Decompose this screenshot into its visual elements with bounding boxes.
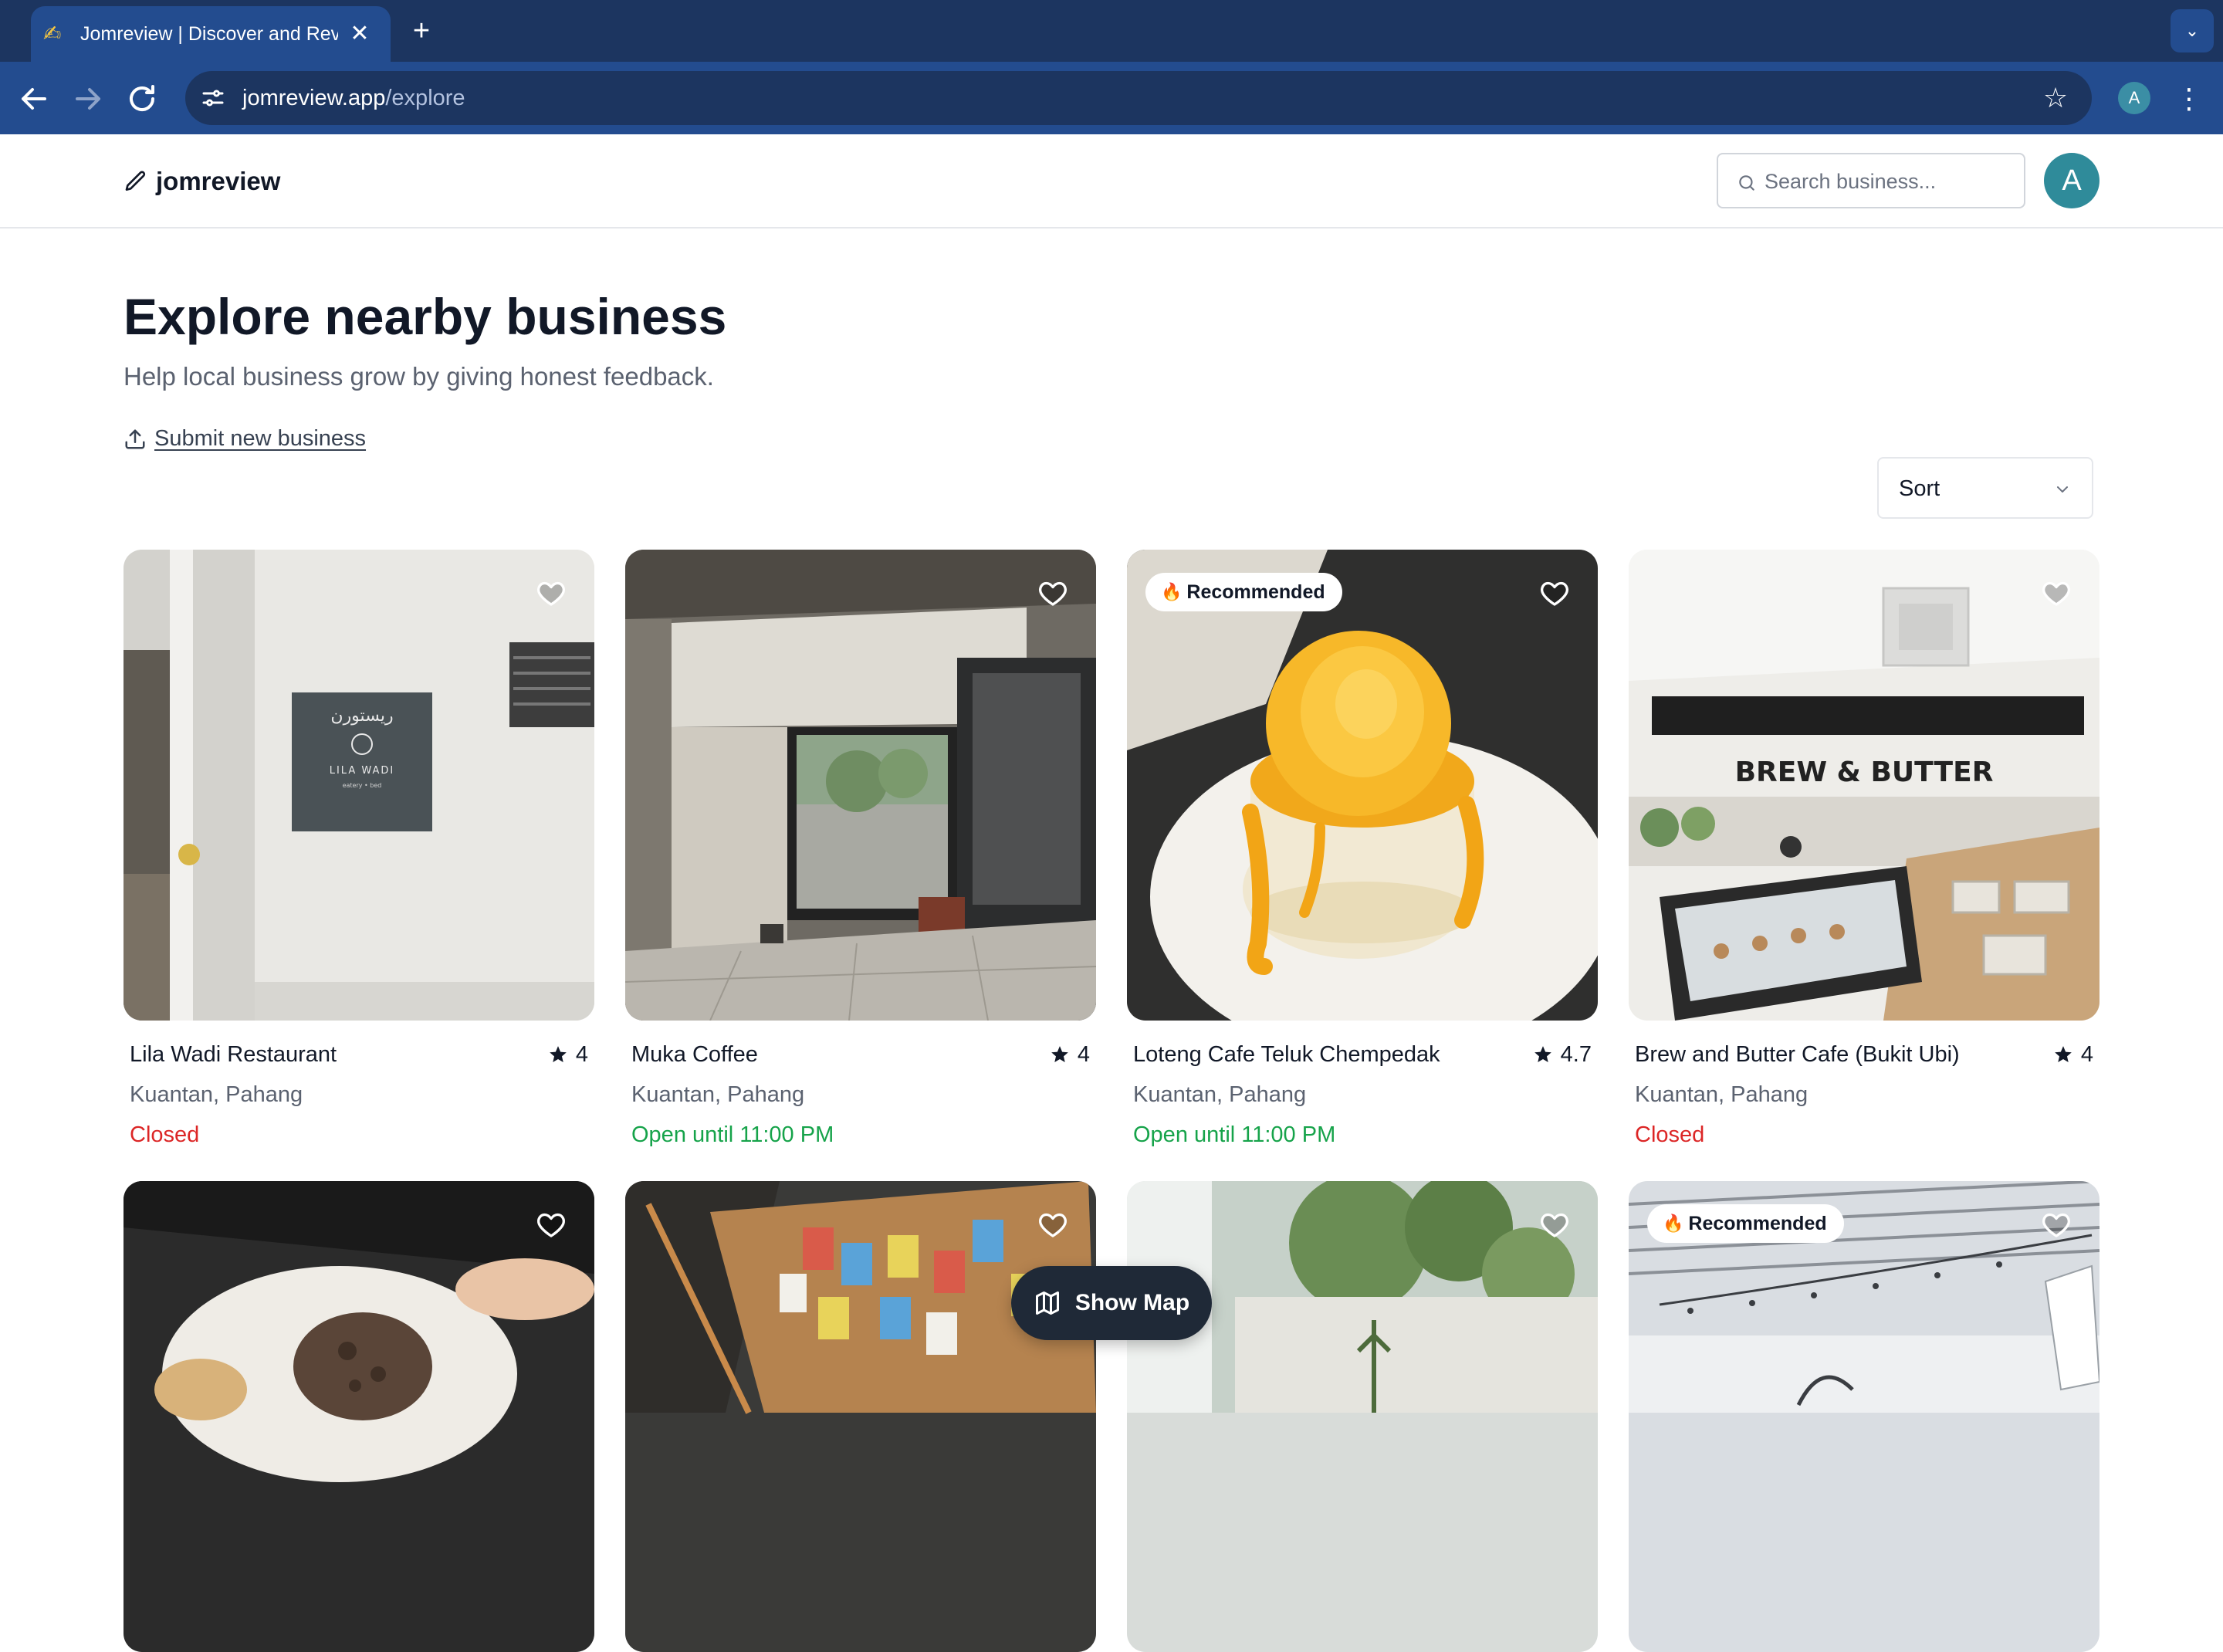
star-icon (550, 1046, 567, 1062)
fire-icon: 🔥 (1161, 582, 1183, 601)
writing-hand-icon: ✍ (43, 22, 62, 46)
rating-value: 4 (575, 1042, 588, 1067)
restaurant-sign-photo: ريستورن LILA WADI eatery • bed (124, 550, 594, 1021)
pen-icon (125, 171, 146, 191)
browser-tab-active[interactable]: ✍ Jomreview | Discover and Review ✕ (31, 6, 391, 62)
business-photo[interactable]: 🔥 Recommended (1127, 550, 1598, 1021)
business-status: Closed (130, 1122, 200, 1147)
browser-profile-avatar[interactable]: A (2118, 82, 2150, 114)
reload-icon[interactable] (124, 80, 161, 117)
user-avatar[interactable]: A (2044, 153, 2100, 208)
business-photo[interactable]: BREW & BUTTER (1629, 550, 2100, 1021)
business-photo[interactable] (625, 1181, 1096, 1652)
recommended-badge: 🔥 Recommended (1145, 573, 1342, 611)
show-map-label: Show Map (1074, 1290, 1190, 1315)
business-status: Open until 11:00 PM (631, 1122, 834, 1147)
cookie-photo (124, 1181, 594, 1652)
url-domain: jomreview.app (242, 86, 386, 110)
logo-text: jomreview (156, 167, 281, 195)
business-name[interactable]: Brew and Butter Cafe (Bukit Ubi) (1635, 1039, 2021, 1070)
star-icon (1051, 1046, 1068, 1062)
browser-menu-icon[interactable]: ⋮ (2174, 80, 2204, 117)
business-photo[interactable] (625, 550, 1096, 1021)
badge-label: Recommended (1186, 581, 1325, 603)
upload-icon (125, 429, 145, 449)
magazine-rack-photo (625, 1181, 1096, 1652)
business-status: Open until 11:00 PM (1133, 1122, 1336, 1147)
garden-photo (1127, 1181, 1598, 1652)
bookmark-star-icon[interactable]: ☆ (2039, 82, 2072, 114)
business-rating: 4 (1050, 1039, 1090, 1070)
heart-icon[interactable] (1539, 577, 1570, 608)
address-bar[interactable]: jomreview.app/explore ☆ (185, 71, 2092, 125)
cafe-interior-photo (625, 550, 1096, 1021)
back-arrow-icon[interactable] (15, 80, 52, 117)
sort-value: Sort (1899, 476, 1940, 501)
star-icon (1534, 1046, 1551, 1062)
business-photo[interactable]: 🔥 Recommended (1629, 1181, 2100, 1652)
badge-label: Recommended (1688, 1212, 1827, 1234)
page-subtitle: Help local business grow by giving hones… (124, 362, 714, 391)
cafe-counter-photo: BREW & BUTTER (1629, 550, 2100, 1021)
map-icon (1035, 1291, 1059, 1315)
show-map-button[interactable]: Show Map (1011, 1266, 1212, 1340)
site-logo[interactable]: jomreview (124, 164, 280, 199)
heart-icon[interactable] (1037, 1209, 1068, 1240)
business-location: Kuantan, Pahang (130, 1082, 303, 1107)
search-box[interactable] (1717, 153, 2025, 208)
forward-arrow-icon[interactable] (69, 80, 107, 117)
business-status: Closed (1635, 1122, 1705, 1147)
site-settings-icon[interactable] (199, 84, 227, 112)
heart-icon[interactable] (2041, 577, 2072, 608)
business-photo[interactable]: ريستورن LILA WADI eatery • bed (124, 550, 594, 1021)
business-photo[interactable] (1127, 1181, 1598, 1652)
sign-name-text: LILA WADI (330, 765, 395, 777)
heart-icon[interactable] (1539, 1209, 1570, 1240)
sign-arabic-text: ريستورن (330, 706, 393, 726)
heart-icon[interactable] (2041, 1209, 2072, 1240)
heart-icon[interactable] (536, 1209, 567, 1240)
recommended-badge: 🔥 Recommended (1647, 1204, 1844, 1243)
submit-business-link[interactable]: Submit new business (124, 426, 366, 452)
star-icon (2055, 1046, 2072, 1062)
business-name[interactable]: Lila Wadi Restaurant (130, 1039, 516, 1070)
search-icon (1739, 175, 1754, 191)
page-title: Explore nearby business (124, 288, 727, 345)
sign-tagline-text: eatery • bed (343, 782, 382, 789)
business-location: Kuantan, Pahang (1133, 1082, 1307, 1107)
heart-icon[interactable] (536, 577, 567, 608)
tab-title: Jomreview | Discover and Review (80, 23, 338, 45)
site-header: jomreview A (0, 134, 2223, 229)
business-location: Kuantan, Pahang (631, 1082, 805, 1107)
url-text: jomreview.app/explore (242, 83, 465, 113)
rating-value: 4.7 (1560, 1042, 1592, 1067)
browser-tab-strip: ✍ Jomreview | Discover and Review ✕ + ⌄ (0, 0, 2223, 62)
new-tab-button[interactable]: + (404, 14, 438, 48)
fire-icon: 🔥 (1663, 1214, 1684, 1233)
rating-value: 4 (1077, 1042, 1090, 1067)
business-rating: 4 (548, 1039, 588, 1070)
business-name[interactable]: Loteng Cafe Teluk Chempedak (1133, 1039, 1519, 1070)
business-name[interactable]: Muka Coffee (631, 1039, 1017, 1070)
browser-toolbar: jomreview.app/explore ☆ A ⋮ (0, 62, 2223, 134)
business-location: Kuantan, Pahang (1635, 1082, 1809, 1107)
close-tab-icon[interactable]: ✕ (343, 17, 377, 51)
business-rating: 4 (2053, 1039, 2093, 1070)
brew-sign-text: BREW & BUTTER (1735, 757, 1994, 788)
sort-select[interactable]: Sort (1877, 457, 2093, 519)
chevron-down-icon (2057, 486, 2068, 493)
rating-value: 4 (2080, 1042, 2093, 1067)
tab-search-button[interactable]: ⌄ (2171, 9, 2214, 52)
business-rating: 4.7 (1533, 1039, 1592, 1070)
mango-cake-photo (1127, 550, 1598, 1021)
storefront-photo (1629, 1181, 2100, 1652)
url-path: /explore (385, 86, 465, 110)
submit-business-label: Submit new business (154, 426, 367, 451)
heart-icon[interactable] (1037, 577, 1068, 608)
search-input[interactable] (1765, 167, 2012, 196)
business-photo[interactable] (124, 1181, 594, 1652)
